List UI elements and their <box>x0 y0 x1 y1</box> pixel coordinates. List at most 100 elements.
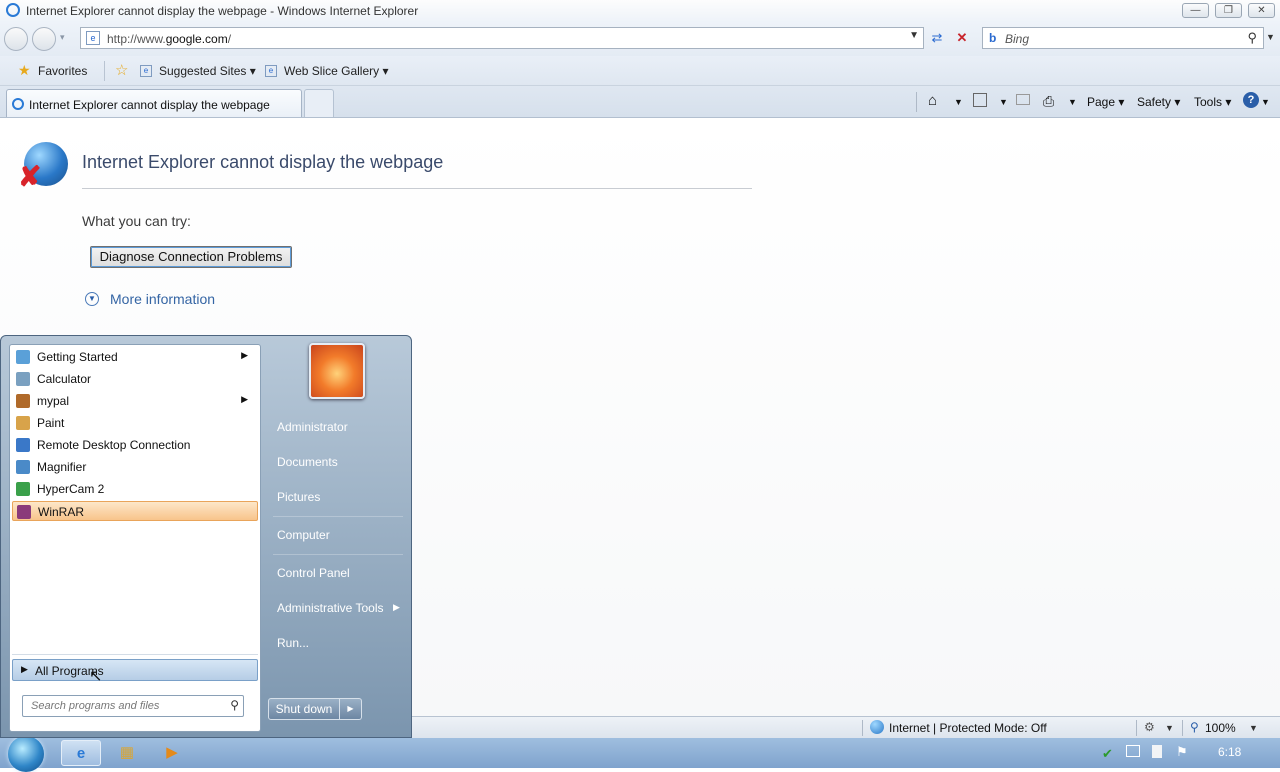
computer-link[interactable]: Computer <box>277 528 330 542</box>
tray-flag-icon[interactable]: ⚑ <box>1176 744 1188 760</box>
tray-device-icon[interactable] <box>1152 745 1162 758</box>
page-menu[interactable]: Page ▾ <box>1087 95 1124 109</box>
help-dropdown-icon[interactable]: ▼ <box>1261 97 1270 107</box>
search-options-dropdown[interactable]: ▼ <box>1266 32 1275 42</box>
internet-zone-icon <box>870 720 884 734</box>
program-label: Magnifier <box>37 460 87 474</box>
pictures-link[interactable]: Pictures <box>277 490 320 504</box>
tools-menu[interactable]: Tools ▾ <box>1194 95 1231 109</box>
program-label: Getting Started <box>37 350 118 364</box>
status-divider <box>1136 720 1137 736</box>
forward-button[interactable] <box>32 27 56 51</box>
program-item[interactable]: WinRAR <box>12 501 258 521</box>
ie-logo-icon <box>6 3 20 17</box>
recent-pages-dropdown[interactable]: ▾ <box>60 32 65 43</box>
start-menu: Getting Started ▶ Calculator mypal ▶ Paint Rem… <box>0 335 412 738</box>
program-item[interactable]: Magnifier <box>12 457 258 477</box>
error-title: Internet Explorer cannot display the web… <box>82 152 444 172</box>
feeds-dropdown-icon[interactable]: ▼ <box>999 97 1008 107</box>
expand-chevron-icon[interactable]: ▼ <box>85 292 99 306</box>
program-item[interactable]: Paint <box>12 413 258 433</box>
status-divider <box>1182 720 1183 736</box>
address-dropdown-icon[interactable]: ▼ <box>909 30 919 41</box>
tab-active[interactable]: Internet Explorer cannot display the web… <box>6 89 302 117</box>
control-panel-link[interactable]: Control Panel <box>277 566 350 580</box>
refresh-icon[interactable]: ⇄ <box>926 27 948 49</box>
tab-title: Internet Explorer cannot display the web… <box>29 98 270 112</box>
run-link[interactable]: Run... <box>277 636 309 650</box>
favorites-star-icon: ★ <box>18 62 31 78</box>
more-information-link[interactable]: More information <box>110 291 215 307</box>
suggested-sites-link[interactable]: Suggested Sites ▾ <box>159 64 256 78</box>
diagnose-connection-button[interactable]: Diagnose Connection Problems <box>90 246 292 268</box>
print-dropdown-icon[interactable]: ▼ <box>1068 97 1077 107</box>
tray-security-icon[interactable]: ✔ <box>1102 746 1113 762</box>
shut-down-options-button[interactable]: ▶ <box>340 698 362 720</box>
program-item[interactable]: mypal ▶ <box>12 391 258 411</box>
program-item[interactable]: Calculator <box>12 369 258 389</box>
administrator-link[interactable]: Administrator <box>277 420 348 434</box>
start-orb-button[interactable] <box>8 736 44 772</box>
program-label: Calculator <box>37 372 92 386</box>
search-programs-input[interactable]: Search programs and files ⚲ <box>22 695 244 717</box>
web-slice-gallery-link[interactable]: Web Slice Gallery ▾ <box>284 64 389 78</box>
right-pane-divider <box>273 554 403 555</box>
protected-mode-icon[interactable]: ⚙ <box>1144 720 1155 734</box>
stop-icon[interactable]: ✕ <box>951 27 973 49</box>
error-x-icon: ✘ <box>18 161 42 192</box>
user-avatar[interactable] <box>309 343 365 399</box>
error-globe-icon: ✘ <box>18 142 68 192</box>
program-item[interactable]: Remote Desktop Connection <box>12 435 258 455</box>
print-icon[interactable]: ⎙ <box>1043 93 1054 110</box>
navigation-bar: ▾ e http://www.google.com/ ▼ ⇄ ✕ b Bing … <box>0 22 1280 56</box>
restore-button[interactable]: ❐ <box>1215 3 1242 18</box>
web-slice-icon: e <box>265 65 277 77</box>
mypal-icon <box>16 394 30 408</box>
taskbar-ie-icon[interactable]: e <box>61 740 101 766</box>
status-divider <box>862 720 863 736</box>
tab-ie-icon <box>12 98 24 110</box>
paint-icon <box>16 416 30 430</box>
protected-mode-dropdown[interactable]: ▼ <box>1165 723 1174 733</box>
home-dropdown-icon[interactable]: ▼ <box>954 97 963 107</box>
all-programs-button[interactable]: ▶ All Programs ↖ <box>12 659 258 685</box>
tab-bar: Internet Explorer cannot display the web… <box>0 86 1280 118</box>
search-icon[interactable]: ⚲ <box>1247 30 1257 46</box>
search-box[interactable]: b Bing ⚲ <box>982 27 1264 49</box>
home-icon[interactable]: ⌂ <box>928 92 937 109</box>
administrative-tools-link[interactable]: Administrative Tools <box>277 601 384 615</box>
close-window-button[interactable]: ✕ <box>1248 3 1275 18</box>
submenu-arrow-icon: ▶ <box>241 350 248 360</box>
page-icon: e <box>86 31 100 45</box>
address-url[interactable]: http://www.google.com/ <box>107 32 231 46</box>
program-label: WinRAR <box>38 505 85 519</box>
what-you-can-try-label: What you can try: <box>82 213 191 229</box>
address-bar[interactable]: e http://www.google.com/ ▼ <box>80 27 924 49</box>
program-item[interactable]: Getting Started ▶ <box>12 347 258 367</box>
title-divider <box>82 188 752 189</box>
shut-down-button[interactable]: Shut down <box>268 698 340 720</box>
favorites-bar: ★ Favorites ☆ e Suggested Sites ▾ e Web … <box>0 56 1280 86</box>
taskbar-clock[interactable]: 6:18 <box>1218 745 1241 759</box>
minimize-button[interactable]: — <box>1182 3 1209 18</box>
add-to-favorites-icon[interactable]: ☆ <box>115 61 128 79</box>
safety-menu[interactable]: Safety ▾ <box>1137 95 1180 109</box>
tray-network-icon[interactable] <box>1126 745 1140 757</box>
getting-started-icon <box>16 350 30 364</box>
search-programs-icon[interactable]: ⚲ <box>230 698 239 712</box>
program-item[interactable]: HyperCam 2 <box>12 479 258 499</box>
mail-icon[interactable] <box>1016 94 1030 105</box>
help-icon[interactable]: ? <box>1243 92 1259 108</box>
zoom-dropdown[interactable]: ▼ <box>1249 723 1258 733</box>
documents-link[interactable]: Documents <box>277 455 338 469</box>
favorites-button[interactable]: Favorites <box>38 64 87 78</box>
taskbar-explorer-icon[interactable]: ▦ <box>107 740 147 766</box>
back-button[interactable] <box>4 27 28 51</box>
search-programs-placeholder: Search programs and files <box>31 700 160 712</box>
zoom-level[interactable]: 100% <box>1205 721 1236 735</box>
new-tab-button[interactable] <box>304 89 334 117</box>
taskbar-media-player-icon[interactable]: ▶ <box>152 740 192 766</box>
favbar-divider <box>104 61 105 81</box>
security-zone-text[interactable]: Internet | Protected Mode: Off <box>889 721 1047 735</box>
feeds-icon[interactable] <box>973 93 987 107</box>
